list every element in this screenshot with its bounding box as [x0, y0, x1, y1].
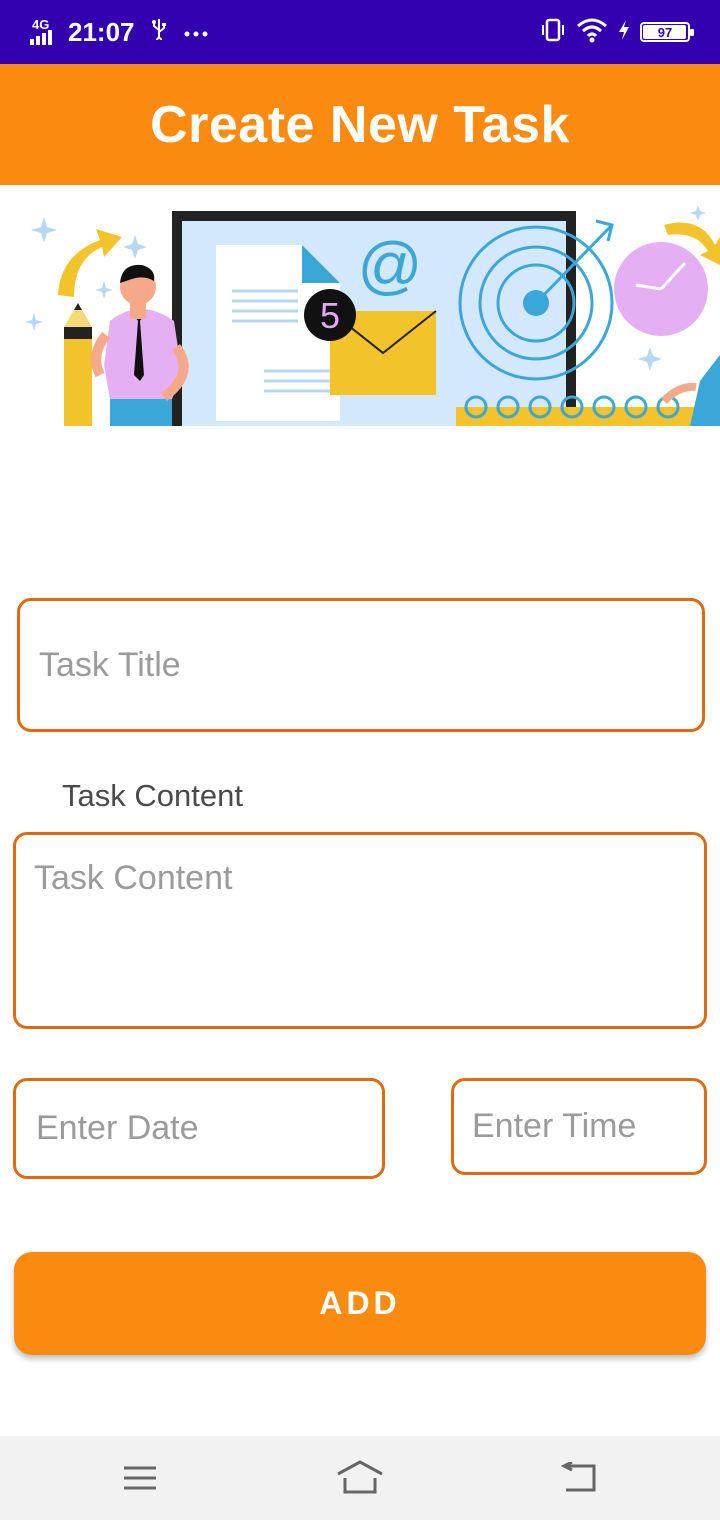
- badge-count: 5: [320, 295, 340, 336]
- task-title-field[interactable]: [17, 598, 705, 732]
- date-field[interactable]: [13, 1078, 385, 1179]
- page-title: Create New Task: [150, 95, 570, 154]
- more-dots-icon: [183, 21, 209, 44]
- charging-icon: [618, 19, 630, 46]
- app-bar: Create New Task: [0, 64, 720, 185]
- home-icon[interactable]: [330, 1456, 390, 1500]
- time-input[interactable]: [454, 1081, 704, 1172]
- cellular-signal-icon: 4G: [30, 17, 60, 47]
- task-content-label: Task Content: [62, 778, 243, 813]
- back-icon[interactable]: [550, 1456, 610, 1500]
- vibrate-icon: [540, 17, 566, 48]
- task-content-input[interactable]: [16, 835, 704, 1026]
- add-button[interactable]: ADD: [14, 1252, 706, 1355]
- banner-illustration: 5 @: [0, 185, 720, 426]
- menu-icon[interactable]: [110, 1456, 170, 1500]
- battery-level: 97: [657, 24, 673, 40]
- usb-icon: [151, 18, 167, 46]
- time-field[interactable]: [451, 1078, 707, 1175]
- system-nav-bar: [0, 1436, 720, 1520]
- clock: 21:07: [68, 16, 135, 47]
- date-input[interactable]: [16, 1081, 382, 1176]
- task-title-input[interactable]: [20, 601, 702, 729]
- task-content-field[interactable]: [13, 832, 707, 1029]
- wifi-icon: [576, 17, 608, 48]
- battery-icon: 97: [640, 22, 694, 42]
- status-bar: 4G 21:07 97: [0, 0, 720, 64]
- at-symbol: @: [358, 229, 423, 301]
